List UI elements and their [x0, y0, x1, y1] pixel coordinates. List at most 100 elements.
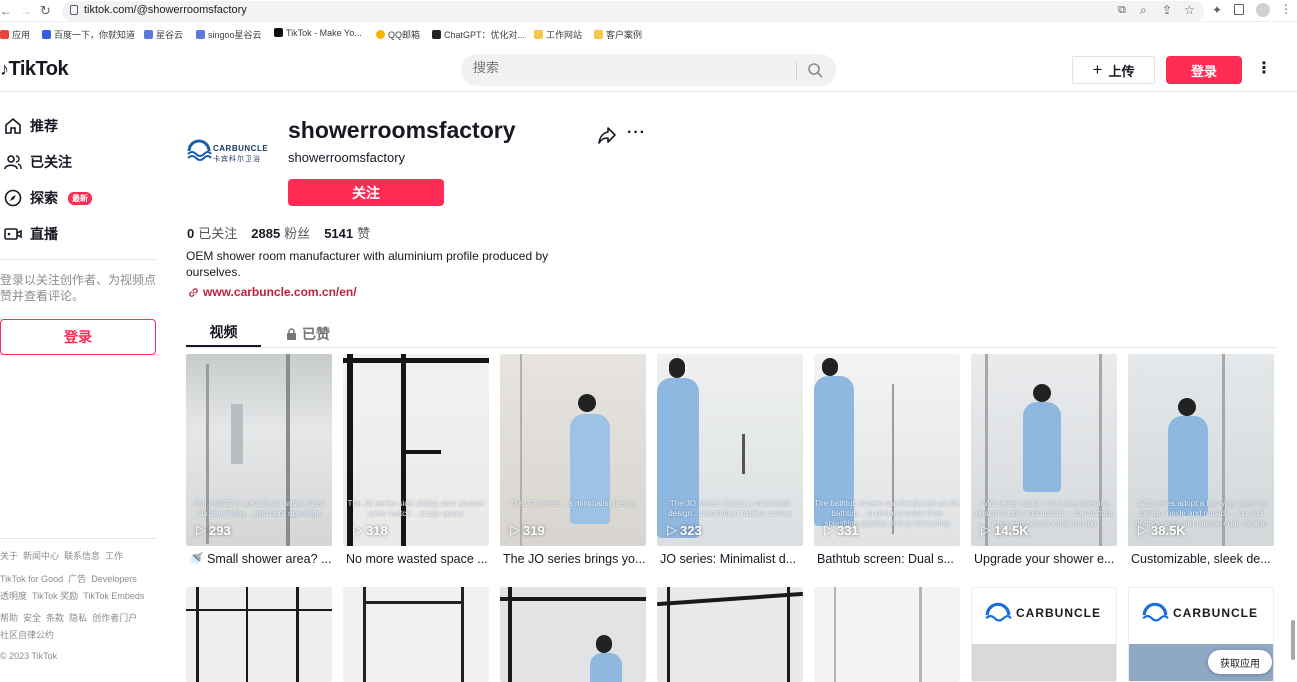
link-icon — [189, 287, 198, 297]
tab-liked[interactable]: 已赞 — [286, 320, 346, 347]
share-page-icon[interactable]: ⇪ — [1162, 3, 1172, 17]
forward-icon[interactable]: → — [20, 4, 32, 18]
following-count[interactable]: 0 已关注 — [187, 223, 237, 242]
footer-link-rewards[interactable]: TikTok 奖励 — [32, 591, 78, 601]
bookmark-singoo[interactable]: singoo星谷云 — [196, 28, 262, 41]
video-card[interactable]: The bathtub screen can be placed on the … — [814, 354, 960, 546]
followers-count[interactable]: 2885 粉丝 — [251, 223, 310, 242]
bookmark-work-sites[interactable]: 工作网站 — [534, 28, 582, 41]
bookmark-apps[interactable]: 应用 — [0, 28, 30, 41]
video-card[interactable] — [343, 587, 489, 682]
footer-link-good[interactable]: TikTok for Good — [0, 574, 63, 584]
sidebar-login-button[interactable]: 登录 — [0, 319, 156, 355]
avatar[interactable]: CARBUNCLE 卡宾科尔卫浴 — [186, 131, 274, 177]
bookmark-qqmail[interactable]: QQ邮箱 — [376, 28, 420, 41]
follow-button[interactable]: 关注 — [288, 179, 444, 206]
footer-link-about[interactable]: 关于 — [0, 551, 18, 561]
folder-icon — [534, 30, 543, 39]
share-icon[interactable] — [597, 125, 617, 145]
search-input[interactable] — [473, 60, 793, 75]
footer-link-terms[interactable]: 条款 — [46, 613, 64, 623]
bookmark-baidu[interactable]: 百度一下，你就知道 — [42, 28, 135, 41]
video-caption[interactable]: Upgrade your shower e... — [974, 552, 1120, 566]
sidebar-item-live[interactable]: 直播 — [4, 222, 58, 246]
login-button[interactable]: 登录 — [1166, 56, 1242, 84]
bookmark-client-cases[interactable]: 客户案例 — [594, 28, 642, 41]
tiktok-note-icon: ♪ — [0, 59, 9, 79]
video-caption[interactable]: Customizable, sleek de... — [1131, 552, 1277, 566]
view-count: ▷ 293 — [196, 522, 231, 538]
bookmarks-bar: 应用 百度一下，你就知道 星谷云 singoo星谷云 TikTok - Make… — [0, 24, 1297, 46]
sidebar-divider — [0, 259, 156, 260]
tiktok-header: ♪TikTok + 上传 登录 ⋮ — [0, 50, 1297, 92]
scrollbar-thumb[interactable] — [1291, 620, 1295, 660]
video-card[interactable]: The JO series ...a minimalist design ▷ 31… — [500, 354, 646, 546]
footer-link-developers[interactable]: Developers — [91, 574, 137, 584]
address-bar[interactable]: tiktok.com/@showerroomsfactory ⧉ ⌕ ⇪ ☆ — [62, 1, 1204, 21]
back-icon[interactable]: ← — [0, 4, 12, 18]
shower-fixture — [231, 404, 243, 464]
tiktok-logo[interactable]: ♪TikTok — [0, 58, 69, 81]
video-card[interactable]: The JO series adopts a minimalist design… — [657, 354, 803, 546]
shower-frame — [461, 587, 464, 682]
footer-link-privacy[interactable]: 隐私 — [69, 613, 87, 623]
carbuncle-wave-logo-icon — [985, 602, 1012, 622]
search-icon[interactable] — [807, 62, 823, 78]
footer-link-creator-portal[interactable]: 创作者门户 — [92, 613, 137, 623]
brand-text: CARBUNCLE — [1173, 606, 1258, 620]
side-panel-icon[interactable] — [1234, 4, 1244, 15]
profile-link[interactable]: www.carbuncle.com.cn/en/ — [188, 285, 357, 299]
sidebar-item-foryou[interactable]: 推荐 — [4, 114, 58, 138]
shower-frame — [919, 587, 922, 682]
footer-link-safety[interactable]: 安全 — [23, 613, 41, 623]
zoom-icon[interactable]: ⌕ — [1140, 3, 1147, 18]
video-caption[interactable]: The JO series brings yo... — [503, 552, 649, 566]
video-card[interactable] — [500, 587, 646, 682]
bookmark-tiktok[interactable]: TikTok - Make Yo... — [274, 28, 362, 38]
footer-link-guidelines[interactable]: 社区自律公约 — [0, 630, 54, 640]
video-card[interactable] — [657, 587, 803, 682]
footer-link-embeds[interactable]: TikTok Embeds — [83, 591, 144, 601]
profile-more-icon[interactable]: ··· — [627, 124, 646, 142]
video-card[interactable]: CARBUNCLE — [971, 587, 1117, 682]
person-head — [822, 358, 838, 376]
play-icon: ▷ — [981, 522, 991, 537]
reload-icon[interactable]: ↻ — [40, 3, 51, 19]
sidebar-item-following[interactable]: 已关注 — [4, 150, 72, 174]
bookmark-star-icon[interactable]: ☆ — [1184, 3, 1195, 17]
browser-menu-icon[interactable]: ⋮ — [1280, 2, 1292, 16]
shower-frame — [787, 587, 790, 682]
video-card[interactable]: JMB series adopt a two-way opening desig… — [971, 354, 1117, 546]
video-caption[interactable]: 🚿 Small shower area? ... — [188, 552, 334, 567]
video-caption[interactable]: JO series: Minimalist d... — [660, 552, 806, 566]
video-caption[interactable]: Bathtub screen: Dual s... — [817, 552, 963, 566]
person-dress — [590, 653, 622, 682]
footer-link-ads[interactable]: 广告 — [68, 574, 86, 584]
video-card[interactable] — [186, 587, 332, 682]
compass-icon — [4, 189, 22, 207]
video-card[interactable]: JMB series adopt a two-way opening desig… — [1128, 354, 1274, 546]
chatgpt-icon — [432, 30, 441, 39]
upload-button[interactable]: + 上传 — [1072, 56, 1155, 84]
view-count: ▷ 38.5K — [1138, 522, 1186, 538]
bookmark-chatgpt[interactable]: ChatGPT：优化对... — [432, 28, 525, 41]
more-options-icon[interactable]: ⋮ — [1256, 58, 1272, 82]
open-external-icon[interactable]: ⧉ — [1118, 4, 1126, 17]
footer-link-newsroom[interactable]: 新闻中心 — [23, 551, 59, 561]
video-card[interactable]: Our JU625 is suitable for small-sized sh… — [186, 354, 332, 546]
video-card[interactable] — [814, 587, 960, 682]
extensions-icon[interactable]: ✦ — [1212, 3, 1222, 17]
video-caption[interactable]: No more wasted space ... — [346, 552, 492, 566]
profile-avatar-icon[interactable] — [1256, 3, 1270, 17]
tab-videos[interactable]: 视频 — [186, 320, 261, 347]
footer-link-careers[interactable]: 工作 — [105, 551, 123, 561]
footer-link-contact[interactable]: 联系信息 — [64, 551, 100, 561]
get-app-button[interactable]: 获取应用 — [1208, 650, 1272, 674]
footer-link-transparency[interactable]: 透明度 — [0, 591, 27, 601]
brand-text: CARBUNCLE — [1016, 606, 1101, 620]
footer-link-help[interactable]: 帮助 — [0, 613, 18, 623]
sidebar-item-explore[interactable]: 探索 最新 — [4, 186, 92, 210]
video-card[interactable]: The JS series side sliding door shower r… — [343, 354, 489, 546]
bookmark-xinggu[interactable]: 星谷云 — [144, 28, 183, 41]
search-bar[interactable] — [461, 54, 836, 86]
